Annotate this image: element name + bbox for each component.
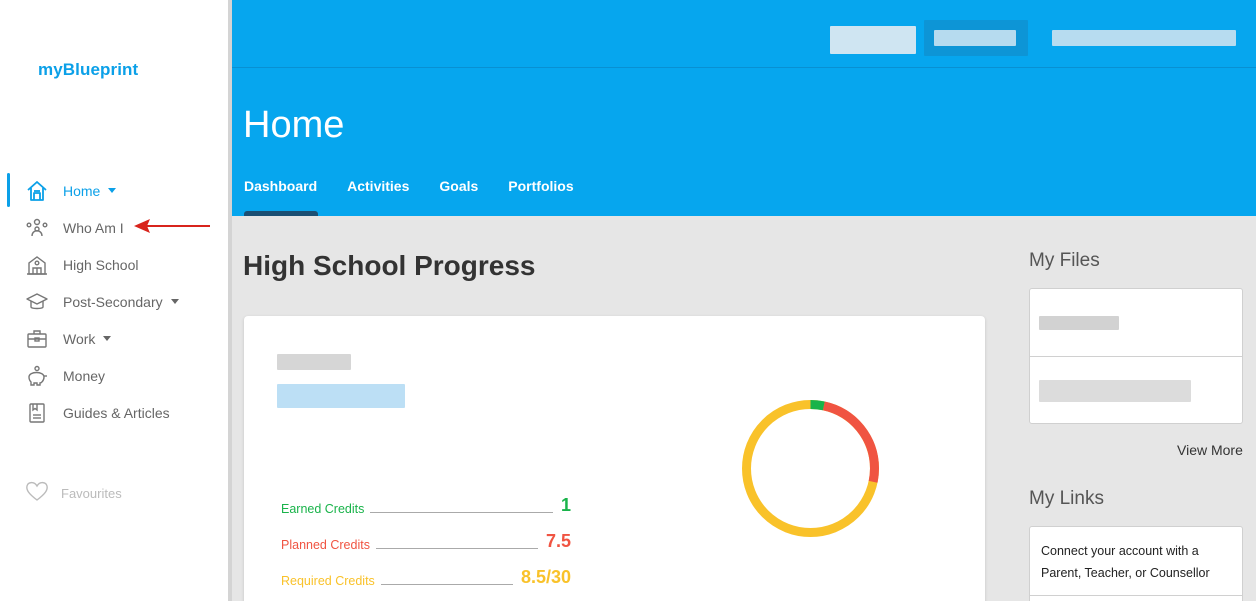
earned-credits-label: Earned Credits: [281, 502, 365, 516]
progress-card: Earned Credits 1 Planned Credits 7.5 Req…: [244, 316, 985, 601]
sidebar-item-high-school[interactable]: High School: [0, 246, 228, 283]
redacted-user-info: [830, 26, 916, 54]
tab-activities[interactable]: Activities: [347, 178, 409, 216]
high-school-progress-title: High School Progress: [243, 250, 536, 281]
school-building-icon: [25, 253, 49, 277]
required-credits-rule: [380, 584, 513, 585]
redacted-school-name: [277, 384, 405, 408]
my-files-list: [1029, 288, 1243, 424]
sidebar-item-label: Guides & Articles: [63, 404, 170, 421]
files-divider: [1030, 356, 1242, 357]
sidebar-item-label: Work: [63, 330, 96, 347]
required-credits-row: Required Credits 8.5/30: [281, 552, 571, 588]
sidebar-item-label: Money: [63, 367, 106, 384]
redacted-user-info: [1052, 30, 1236, 46]
briefcase-icon: [25, 327, 49, 351]
active-indicator: [7, 173, 10, 207]
chevron-down-icon: [108, 188, 117, 193]
redacted-student-name: [277, 354, 351, 370]
chevron-down-icon: [103, 336, 112, 341]
earned-credits-rule: [370, 512, 553, 513]
planned-credits-rule: [375, 548, 538, 549]
annotation-arrow: [134, 219, 210, 233]
redacted-file-item[interactable]: [1039, 316, 1119, 330]
my-files-title: My Files: [1029, 250, 1100, 271]
header-tabs: Dashboard Activities Goals Portfolios: [244, 178, 604, 216]
redacted-file-item[interactable]: [1039, 380, 1191, 402]
sidebar-item-label: Who Am I: [63, 219, 124, 236]
required-credits-value: 8.5/30: [520, 567, 571, 587]
planned-credits-row: Planned Credits 7.5: [281, 516, 571, 552]
earned-credits-value: 1: [560, 495, 571, 515]
my-links-title: My Links: [1029, 488, 1104, 509]
earned-credits-row: Earned Credits 1: [281, 480, 571, 516]
tab-goals[interactable]: Goals: [439, 178, 478, 216]
tab-portfolios[interactable]: Portfolios: [508, 178, 573, 216]
brand-logo[interactable]: myBlueprint: [38, 60, 138, 80]
sidebar-nav: Home Who Am I High School Post-Secondary…: [0, 172, 228, 431]
book-icon: [25, 401, 49, 425]
planned-credits-value: 7.5: [545, 531, 571, 551]
heart-icon: [25, 480, 49, 507]
links-divider: [1030, 595, 1242, 596]
favourites-link[interactable]: Favourites: [25, 480, 122, 507]
credits-progress-ring: [742, 400, 879, 537]
people-icon: [25, 216, 49, 240]
redacted-user-info: [934, 30, 1016, 46]
page-header: Home Dashboard Activities Goals Portfoli…: [232, 0, 1256, 216]
home-icon: [25, 179, 49, 203]
tab-dashboard[interactable]: Dashboard: [244, 178, 319, 216]
chevron-down-icon: [170, 299, 179, 304]
view-more-link[interactable]: View More: [1177, 442, 1243, 458]
graduation-cap-icon: [25, 290, 49, 314]
my-links-list: Connect your account with a Parent, Teac…: [1029, 526, 1243, 601]
sidebar-item-post-secondary[interactable]: Post-Secondary: [0, 283, 228, 320]
connect-account-link[interactable]: Connect your account with a Parent, Teac…: [1041, 540, 1237, 584]
planned-credits-label: Planned Credits: [281, 538, 370, 552]
sidebar-item-money[interactable]: Money: [0, 357, 228, 394]
piggy-bank-icon: [25, 364, 49, 388]
credits-summary: Earned Credits 1 Planned Credits 7.5 Req…: [281, 480, 571, 588]
favourites-label: Favourites: [61, 486, 122, 501]
sidebar-item-guides-articles[interactable]: Guides & Articles: [0, 394, 228, 431]
sidebar-item-label: High School: [63, 256, 139, 273]
sidebar-item-home[interactable]: Home: [0, 172, 228, 209]
page-title: Home: [243, 104, 345, 146]
header-divider: [232, 67, 1256, 68]
sidebar-item-label: Post-Secondary: [63, 293, 163, 310]
sidebar-item-work[interactable]: Work: [0, 320, 228, 357]
sidebar: myBlueprint Home Who Am I High School Po…: [0, 0, 228, 601]
sidebar-item-label: Home: [63, 182, 101, 199]
required-credits-label: Required Credits: [281, 574, 375, 588]
